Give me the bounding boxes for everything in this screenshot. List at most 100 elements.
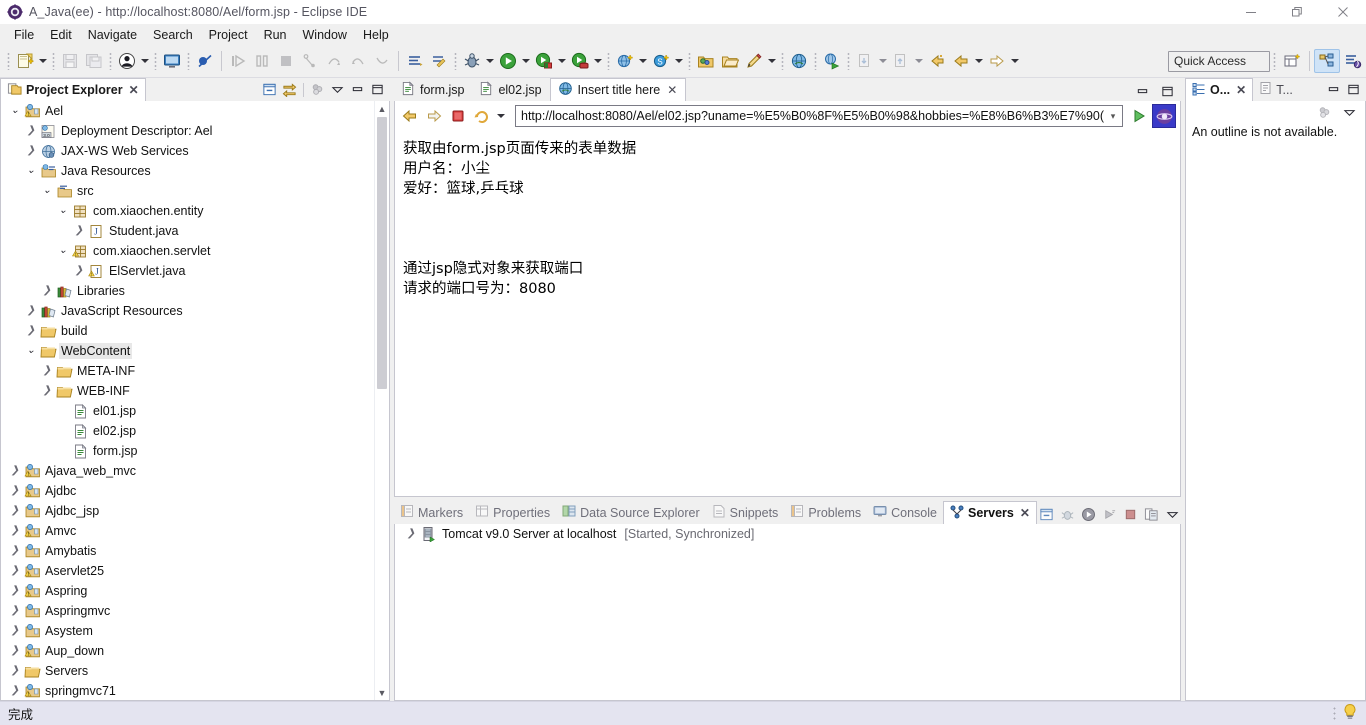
collapse-all-icon[interactable] <box>1037 505 1056 524</box>
web-project-icon[interactable] <box>613 49 637 73</box>
tree-item[interactable]: form.jsp <box>1 441 374 461</box>
tab-project-explorer[interactable]: Project Explorer ✕ <box>0 78 146 101</box>
refresh-dropdown[interactable] <box>495 104 507 128</box>
view-menu-dots-icon[interactable] <box>308 80 327 99</box>
open-resource-icon[interactable] <box>718 49 742 73</box>
editor-tab-form-jsp[interactable]: form.jsp <box>394 78 472 101</box>
maximize-icon[interactable] <box>1158 82 1177 101</box>
tree-item[interactable]: ❯ JAX-WS Web Services <box>1 141 374 161</box>
tree-item[interactable]: ❯ JavaScript Resources <box>1 301 374 321</box>
close-icon[interactable]: ✕ <box>129 83 139 97</box>
tree-item[interactable]: ❯ WEB-INF <box>1 381 374 401</box>
minimize-icon[interactable] <box>348 80 367 99</box>
start-server-icon[interactable] <box>1079 505 1098 524</box>
tree-item[interactable]: el02.jsp <box>1 421 374 441</box>
tree-item[interactable]: ❯! springmvc71 <box>1 681 374 700</box>
scrollbar-thumb[interactable] <box>377 117 387 389</box>
stop-server-icon[interactable] <box>1121 505 1140 524</box>
menu-window[interactable]: Window <box>295 26 355 44</box>
external-tools-icon[interactable] <box>820 49 844 73</box>
tree-item[interactable]: ❯ Libraries <box>1 281 374 301</box>
refresh-icon[interactable] <box>471 104 493 128</box>
chevron-right-icon[interactable]: ❯ <box>7 681 23 700</box>
close-icon[interactable]: ✕ <box>1236 83 1246 97</box>
pencil-icon[interactable] <box>742 49 766 73</box>
svn-dropdown[interactable] <box>673 49 685 73</box>
chevron-down-icon[interactable]: ⌄ <box>23 341 39 361</box>
view-menu-icon[interactable] <box>1340 103 1359 122</box>
tree-item[interactable]: ❯! Aspring <box>1 581 374 601</box>
chevron-right-icon[interactable]: ❯ <box>23 301 39 321</box>
forward-dropdown[interactable] <box>1009 49 1021 73</box>
web-project-dropdown[interactable] <box>637 49 649 73</box>
tree-item[interactable]: ❯! Aservlet25 <box>1 561 374 581</box>
editor-tab-insert-title-here[interactable]: Insert title here ✕ <box>549 78 687 101</box>
skip-breakpoints-icon[interactable] <box>193 49 217 73</box>
chevron-right-icon[interactable]: ❯ <box>7 541 23 561</box>
tab-outline[interactable]: O... ✕ <box>1185 78 1254 101</box>
chevron-down-icon[interactable]: ▾ <box>1106 111 1120 122</box>
chevron-right-icon[interactable]: ❯ <box>7 621 23 641</box>
minimize-button[interactable] <box>1228 0 1274 24</box>
chevron-right-icon[interactable]: ❯ <box>23 141 39 161</box>
debug-bug-icon[interactable] <box>460 49 484 73</box>
tree-item[interactable]: el01.jsp <box>1 401 374 421</box>
tree-item[interactable]: ❯ J Student.java <box>1 221 374 241</box>
scroll-up-icon[interactable]: ▲ <box>375 101 389 116</box>
tab-snippets[interactable]: Snippets <box>706 501 785 524</box>
publish-icon[interactable] <box>1142 505 1161 524</box>
profile-server-icon[interactable] <box>1100 505 1119 524</box>
tree-item[interactable]: ⌄ WebContent <box>1 341 374 361</box>
debug-server-icon[interactable] <box>1058 505 1077 524</box>
chevron-right-icon[interactable]: ❯ <box>7 501 23 521</box>
run-green-icon[interactable] <box>496 49 520 73</box>
url-input[interactable]: http://localhost:8080/Ael/el02.jsp?uname… <box>521 109 1106 123</box>
close-icon[interactable]: ✕ <box>1020 506 1030 520</box>
tree-item[interactable]: ❯! Ajdbc <box>1 481 374 501</box>
url-bar[interactable]: http://localhost:8080/Ael/el02.jsp?uname… <box>515 105 1123 127</box>
tree-item[interactable]: ❯! Ajava_web_mvc <box>1 461 374 481</box>
tab-task-list[interactable]: T... <box>1253 78 1299 101</box>
chevron-right-icon[interactable]: ❯ <box>71 261 87 281</box>
tree-item[interactable]: ⌄! com.xiaochen.servlet <box>1 241 374 261</box>
chevron-right-icon[interactable]: ❯ <box>7 521 23 541</box>
tree-item[interactable]: ❯ Ajdbc_jsp <box>1 501 374 521</box>
back-arrow-icon[interactable] <box>949 49 973 73</box>
chevron-right-icon[interactable]: ❯ <box>39 381 55 401</box>
tree-item[interactable]: ❯ Aspringmvc <box>1 601 374 621</box>
pencil-dropdown[interactable] <box>766 49 778 73</box>
run-server-icon[interactable] <box>532 49 556 73</box>
close-button[interactable] <box>1320 0 1366 24</box>
java-ee-perspective-icon[interactable] <box>1314 49 1340 73</box>
new-class-icon[interactable] <box>427 49 451 73</box>
tab-servers[interactable]: Servers ✕ <box>942 501 1037 524</box>
chevron-down-icon[interactable]: ⌄ <box>7 101 23 121</box>
tree-item[interactable]: ⌄ com.xiaochen.entity <box>1 201 374 221</box>
internal-browser-icon[interactable] <box>1152 104 1176 128</box>
terminal-icon[interactable] <box>160 49 184 73</box>
back-dropdown[interactable] <box>973 49 985 73</box>
globe-icon[interactable] <box>787 49 811 73</box>
minimize-icon[interactable] <box>1133 82 1152 101</box>
menu-project[interactable]: Project <box>201 26 256 44</box>
link-with-editor-icon[interactable] <box>280 80 299 99</box>
menu-file[interactable]: File <box>6 26 42 44</box>
chevron-right-icon[interactable]: ❯ <box>23 121 39 141</box>
lightbulb-icon[interactable] <box>1342 703 1358 724</box>
tree-item[interactable]: ❯ Amybatis <box>1 541 374 561</box>
restore-button[interactable] <box>1274 0 1320 24</box>
tab-markers[interactable]: Markers <box>394 501 469 524</box>
chevron-right-icon[interactable]: ❯ <box>7 581 23 601</box>
scroll-down-icon[interactable]: ▼ <box>375 685 389 700</box>
chevron-right-icon[interactable]: ❯ <box>7 561 23 581</box>
quick-access-input[interactable]: Quick Access <box>1168 50 1270 72</box>
menu-help[interactable]: Help <box>355 26 397 44</box>
minimize-icon[interactable] <box>1324 80 1343 99</box>
debug-dropdown[interactable] <box>484 49 496 73</box>
java-perspective-icon[interactable] <box>1340 49 1366 73</box>
new-file-icon[interactable] <box>13 49 37 73</box>
chevron-right-icon[interactable]: ❯ <box>39 361 55 381</box>
tree-item[interactable]: ❯ META-INF <box>1 361 374 381</box>
last-edit-icon[interactable] <box>925 49 949 73</box>
chevron-right-icon[interactable]: ❯ <box>39 281 55 301</box>
